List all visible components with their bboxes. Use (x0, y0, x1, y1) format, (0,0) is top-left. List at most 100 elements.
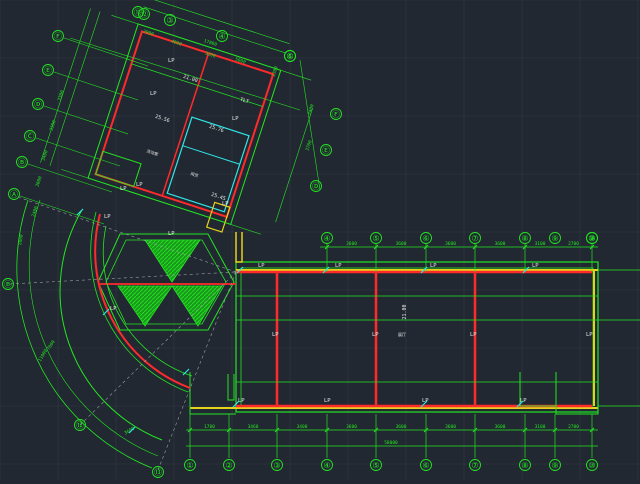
top-span-label: 2700 (568, 241, 579, 247)
top-span-label: 3100 (535, 241, 546, 247)
nw-wing-cyan-line (182, 145, 240, 165)
wing-left-axis-line (53, 71, 139, 101)
lp-tag: LP (238, 398, 245, 404)
connector-wall (235, 232, 243, 263)
top-axis-bubble-label: ⑩ (588, 234, 595, 243)
top-span-label: 3600 (445, 241, 456, 247)
northwest-wing (40, 0, 313, 235)
wing-left-axis-bubble-label: Ⓓ (34, 100, 42, 109)
wing-left-axis-bubble-label: Ⓑ (18, 158, 26, 167)
room-label-b: 阅览 (190, 170, 199, 178)
nw-wing-dim-right (275, 107, 313, 223)
elevation-label-main: 21.00 (402, 304, 408, 319)
lp-tag: LP (150, 91, 157, 97)
bottom-axis-bubble-label: ③ (273, 461, 280, 470)
bottom-axis-bubble-label: ⑧ (521, 461, 528, 470)
nw-wing-dim-left-2 (40, 8, 91, 163)
bottom-span-label: 1700 (204, 424, 215, 430)
lp-tag: LP (372, 332, 379, 338)
room-label-a: 活动室 (146, 147, 159, 156)
nw-wing-axis-1 (111, 15, 312, 81)
top-axis-bubble-label: ⑦ (471, 234, 478, 243)
wing-right-axis-bubble-label: Ⓓ (312, 182, 320, 191)
lp-tag: LP (232, 116, 239, 122)
bottom-axis-bubble-label: ⑤ (372, 461, 379, 470)
arc-axis-bubble-label: ⑫ (76, 421, 84, 430)
lp-tag: LP (168, 58, 175, 64)
hatch-triangle-top (144, 239, 201, 283)
top-span-label: 3600 (346, 241, 357, 247)
lp-tag: LP (272, 332, 279, 338)
curved-segment (9, 196, 237, 471)
nw-wing-outer (87, 23, 282, 226)
lp-tag: LP (136, 182, 143, 188)
dimension-layer: 1700 3460 3400 3600 3600 3600 3600 3100 2700 5800… (17, 29, 598, 458)
top-span-label: 3600 (495, 241, 506, 247)
top-axis-bubble-label: ⑧ (521, 234, 528, 243)
hatch-triangle-left (117, 285, 173, 327)
wing-top-span-label: 2000 (142, 29, 154, 38)
radial-line-1 (9, 271, 237, 285)
main-wing (189, 232, 640, 415)
curve-arc-outer (59, 209, 163, 441)
floor-plan-drawing: 1700 3460 3400 3600 3600 3600 3600 3100 2700 5800… (0, 0, 640, 480)
lp-tag: LP (586, 332, 593, 338)
nw-wing-cyan-room (166, 116, 250, 213)
top-axis-bubble-label: ⑥ (422, 234, 429, 243)
lp-tag: LP (120, 186, 127, 192)
lp-tag: LP (110, 306, 117, 312)
bottom-span-label: 3460 (248, 424, 259, 430)
wing-right-axis-bubble-label: ⑥ (286, 52, 293, 61)
southwest-column (227, 374, 235, 401)
wing-left-span-label: 3000 (35, 175, 44, 187)
lp-tag: LP (168, 231, 175, 237)
bottom-axis-bubble-label: ⑨ (551, 461, 558, 470)
arc-dim-label: 7000 (46, 339, 57, 352)
bottom-axis-bubble-label: ⑩ (588, 461, 595, 470)
bottom-span-label: 2700 (568, 424, 579, 430)
bottom-total-label: 58000 (384, 440, 398, 446)
elevation-label-b: 25.76 (208, 124, 224, 134)
bottom-span-label: 3600 (346, 424, 357, 430)
lp-tag: LP (104, 214, 111, 220)
bottom-axis-bubble-label: ④ (323, 461, 330, 470)
wing-left-span-label: 3400 (41, 149, 50, 161)
wing-top-axis-bubble-label: ⑫ (140, 10, 148, 19)
main-wing-inner-wall (240, 267, 594, 407)
wing-left-axis-bubble-label: Ⓒ (26, 132, 34, 141)
bottom-span-label: 3100 (535, 424, 546, 430)
lp-tag: LP (430, 263, 437, 269)
lp-tag: LP (258, 263, 265, 269)
elevation-label-c: 25.45 (210, 192, 226, 202)
lp-tag: LP (222, 201, 229, 207)
bottom-axis-bubble-label: ① (186, 461, 193, 470)
wing-top-axis-bubble-label: ④ (218, 32, 225, 41)
bottom-axis-bubble-label: ⑥ (422, 461, 429, 470)
wing-left-axis-bubble-label: Ⓕ (54, 32, 62, 41)
arc-axis-bubble-label: Ⓑ (4, 280, 12, 289)
tag-label: TLT (239, 97, 249, 105)
bottom-span-label: 3400 (297, 424, 308, 430)
top-axis-bubble-label: ④ (323, 234, 330, 243)
bottom-axis-bubble-label: ② (225, 461, 232, 470)
cad-viewport[interactable]: 1700 3460 3400 3600 3600 3600 3600 3100 2700 5800… (0, 0, 640, 480)
lp-tag: LP (335, 263, 342, 269)
wing-top-span-label: 4000 (170, 39, 182, 48)
top-axis-bubble-label: ⑨ (551, 234, 558, 243)
top-axis-bubble-label: ⑤ (372, 234, 379, 243)
wing-left-axis-bubble-label: Ⓐ (10, 190, 18, 199)
wing-right-axis-bubble-label: Ⓕ (332, 110, 340, 119)
lp-tag: LP (470, 332, 477, 338)
room-label-main: 展厅 (398, 331, 406, 337)
elevation-label-a: 25.56 (154, 114, 170, 124)
wing-left-axis-bubble-label: Ⓔ (44, 66, 52, 75)
arc-dim-label: 2860 (17, 234, 25, 246)
wing-top-axis-bubble-label: ③ (166, 16, 173, 25)
nw-wing-stair (94, 150, 142, 188)
wing-top-total-label: 17800 (203, 38, 218, 48)
bottom-span-label: 3600 (495, 424, 506, 430)
lp-tag: LP (532, 263, 539, 269)
arc-axis-bubble-label: ⑬ (154, 468, 162, 477)
top-span-label: 3600 (396, 241, 407, 247)
lp-tag: LP (324, 398, 331, 404)
